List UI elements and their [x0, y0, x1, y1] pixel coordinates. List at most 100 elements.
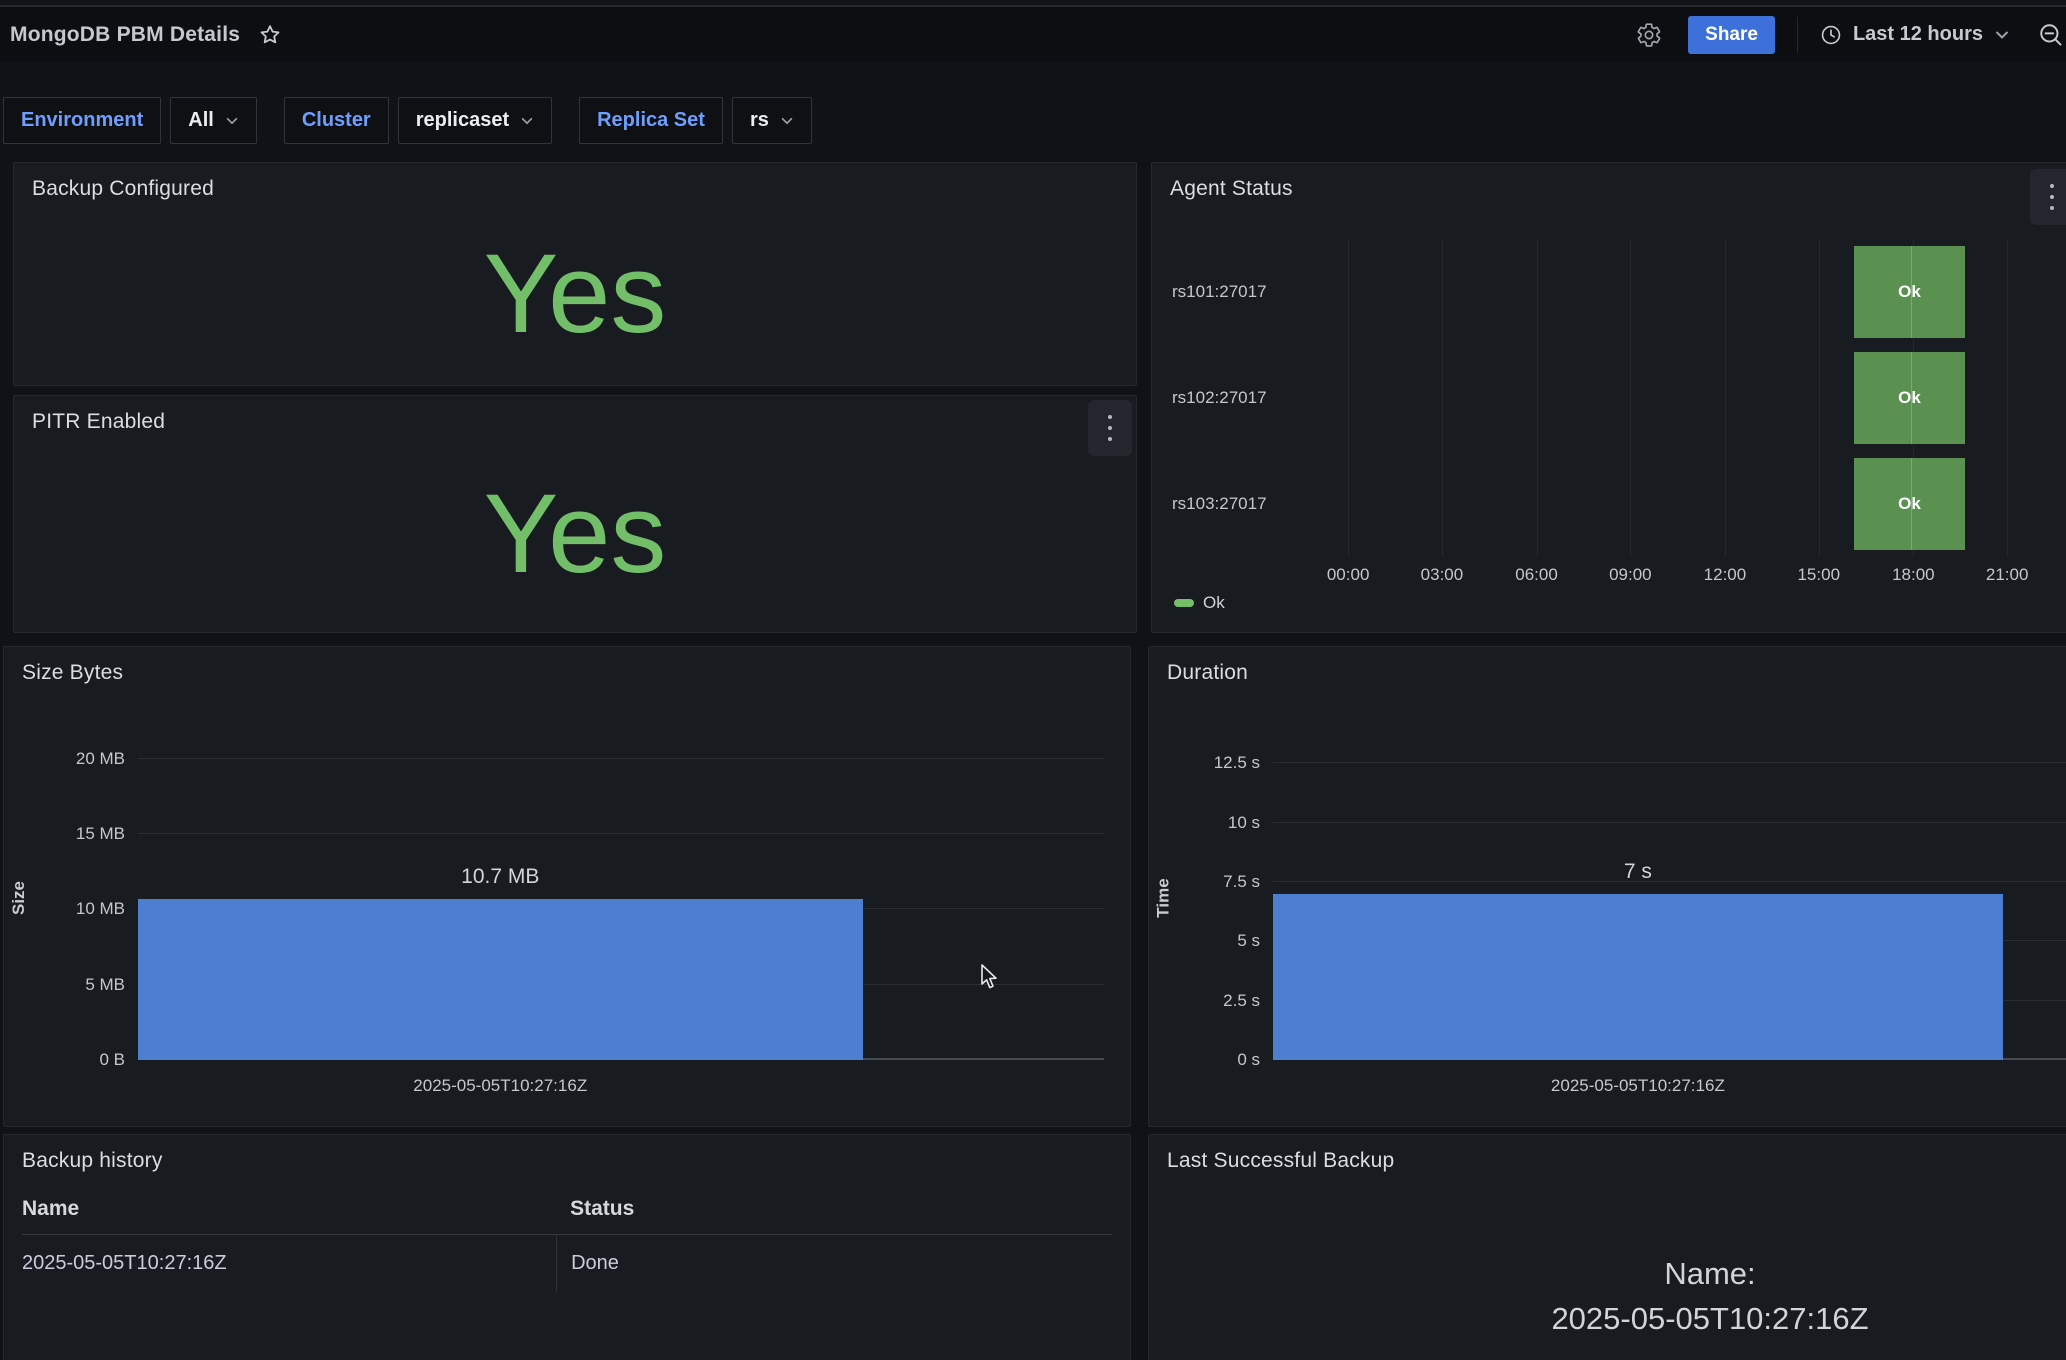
bar-size-bytes[interactable] — [138, 899, 863, 1060]
filter-cluster: Cluster replicaset — [284, 97, 552, 144]
y-axis-tick: 10 s — [1228, 813, 1260, 833]
filter-value-text: rs — [750, 109, 769, 132]
column-header-status[interactable]: Status — [556, 1197, 634, 1221]
backup-history-table: Name Status 2025-05-05T10:27:16Z Done — [22, 1197, 1112, 1292]
x-axis-tick: 12:00 — [1704, 565, 1747, 585]
timeline-row-labels: rs101:27017rs102:27017rs103:27017 — [1172, 239, 1282, 557]
state-segment-seam — [1911, 458, 1912, 550]
timeline-x-axis: 00:00 03:00 06:00 09:00 12:00 15:00 18:00 21:00 — [1282, 565, 2051, 587]
y-axis-tick: 20 MB — [76, 749, 125, 769]
y-axis-tick: 15 MB — [76, 824, 125, 844]
timeline-row-label: rs102:27017 — [1172, 345, 1282, 451]
panel-title: Backup history — [22, 1149, 163, 1173]
filter-label-cluster[interactable]: Cluster — [284, 97, 389, 144]
stat-line-name: Name: — [1149, 1251, 2066, 1296]
gridline — [2007, 239, 2008, 557]
panel-backup-history: Backup history Name Status 2025-05-05T10… — [3, 1134, 1131, 1360]
gridline — [1725, 239, 1726, 557]
filter-value-replica-set[interactable]: rs — [732, 97, 812, 144]
size-bytes-plot: 0 B5 MB10 MB15 MB20 MB10.7 MB2025-05-05T… — [138, 736, 1104, 1060]
time-range-picker[interactable]: Last 12 hours — [1820, 23, 2010, 46]
gridline — [1273, 881, 2066, 882]
state-segment-seam — [1911, 352, 1912, 444]
x-axis-category-label: 2025-05-05T10:27:16Z — [1551, 1076, 1725, 1096]
table-row[interactable]: 2025-05-05T10:27:16Z Done — [22, 1235, 1112, 1292]
panel-title: Duration — [1167, 661, 1248, 685]
x-axis-tick: 09:00 — [1609, 565, 1652, 585]
nav-divider — [1797, 17, 1798, 53]
gridline — [1819, 239, 1820, 557]
x-axis-tick: 21:00 — [1986, 565, 2029, 585]
panel-title: Last Successful Backup — [1167, 1149, 1394, 1173]
nav-actions: Share Last 12 hours — [1636, 16, 2060, 54]
last-successful-backup-value: Name: 2025-05-05T10:27:16Z — [1149, 1251, 2066, 1341]
filter-value-cluster[interactable]: replicaset — [398, 97, 552, 144]
y-axis-tick: 5 s — [1237, 931, 1260, 951]
filter-value-text: All — [188, 109, 214, 132]
state-timeline: rs101:27017rs102:27017rs103:27017 Ok Ok Ok — [1172, 239, 2051, 557]
grafana-dashboard: MongoDB PBM Details Share Last 12 hours … — [0, 0, 2066, 1360]
chevron-down-icon — [225, 114, 239, 128]
timeline-legend[interactable]: Ok — [1174, 593, 1225, 613]
x-axis-tick: 06:00 — [1515, 565, 1558, 585]
x-axis-tick: 18:00 — [1892, 565, 1935, 585]
timeline-plot: Ok Ok Ok — [1282, 239, 2051, 557]
timeline-row-label: rs103:27017 — [1172, 451, 1282, 557]
y-axis-tick: 5 MB — [85, 975, 125, 995]
x-axis-category-label: 2025-05-05T10:27:16Z — [413, 1076, 587, 1096]
panel-title: PITR Enabled — [32, 410, 165, 434]
gridline — [1273, 762, 2066, 763]
cell-backup-name: 2025-05-05T10:27:16Z — [22, 1235, 556, 1292]
panel-title: Backup Configured — [32, 177, 214, 201]
filter-value-environment[interactable]: All — [170, 97, 257, 144]
legend-label: Ok — [1203, 593, 1225, 613]
gridline — [1537, 239, 1538, 557]
state-ok-box[interactable]: Ok — [1854, 458, 1965, 550]
state-segment-seam — [1911, 246, 1912, 338]
table-header: Name Status — [22, 1197, 1112, 1235]
filter-replica-set: Replica Set rs — [579, 97, 812, 144]
panel-agent-status: Agent Status rs101:27017rs102:27017rs103… — [1151, 162, 2066, 633]
column-header-name[interactable]: Name — [22, 1197, 556, 1221]
time-range-label: Last 12 hours — [1853, 23, 1983, 46]
bar-value-label: 10.7 MB — [461, 865, 539, 889]
top-nav: MongoDB PBM Details Share Last 12 hours — [0, 7, 2066, 62]
stat-line-timestamp: 2025-05-05T10:27:16Z — [1149, 1296, 2066, 1341]
share-button[interactable]: Share — [1688, 16, 1775, 54]
filter-bar: Environment All Cluster replicaset Repli… — [3, 97, 812, 144]
cell-backup-status: Done — [556, 1235, 1112, 1292]
legend-pill-ok — [1174, 599, 1194, 607]
duration-plot: 0 s2.5 s5 s7.5 s10 s12.5 s7 s2025-05-05T… — [1273, 736, 2066, 1060]
gridline — [138, 758, 1104, 759]
bar-duration[interactable] — [1273, 894, 2003, 1060]
panel-duration: Duration Time 0 s2.5 s5 s7.5 s10 s12.5 s… — [1148, 646, 2066, 1127]
y-axis-tick: 0 B — [99, 1050, 125, 1070]
y-axis-tick: 12.5 s — [1214, 753, 1260, 773]
panel-pitr-enabled: PITR Enabled Yes — [13, 395, 1137, 633]
filter-value-text: replicaset — [416, 109, 509, 132]
panel-size-bytes: Size Bytes Size 0 B5 MB10 MB15 MB20 MB10… — [3, 646, 1131, 1127]
state-ok-box[interactable]: Ok — [1854, 352, 1965, 444]
filter-label-environment[interactable]: Environment — [3, 97, 161, 144]
star-icon[interactable] — [258, 23, 282, 47]
filter-label-replica-set[interactable]: Replica Set — [579, 97, 723, 144]
zoom-out-icon[interactable] — [2038, 22, 2064, 48]
backup-configured-value: Yes — [14, 207, 1136, 379]
x-axis-tick: 15:00 — [1797, 565, 1840, 585]
y-axis-tick: 10 MB — [76, 899, 125, 919]
filter-environment: Environment All — [3, 97, 257, 144]
dashboard-title: MongoDB PBM Details — [10, 23, 240, 47]
chevron-down-icon — [1994, 27, 2010, 43]
x-axis-tick: 00:00 — [1327, 565, 1370, 585]
panel-menu-kebab-icon[interactable] — [2030, 169, 2066, 225]
gridline — [138, 833, 1104, 834]
x-axis-tick: 03:00 — [1421, 565, 1464, 585]
chevron-down-icon — [780, 114, 794, 128]
y-axis-tick: 0 s — [1237, 1050, 1260, 1070]
gear-icon[interactable] — [1636, 22, 1662, 48]
y-axis-title: Size — [8, 736, 30, 1060]
gridline — [1273, 822, 2066, 823]
chevron-down-icon — [520, 114, 534, 128]
state-ok-box[interactable]: Ok — [1854, 246, 1965, 338]
y-axis-title: Time — [1153, 736, 1175, 1060]
